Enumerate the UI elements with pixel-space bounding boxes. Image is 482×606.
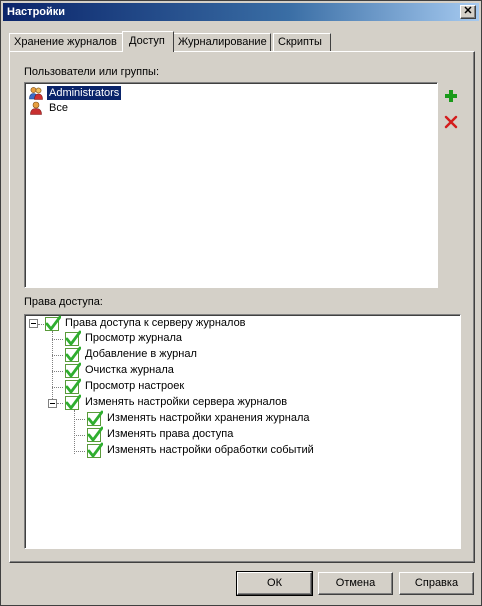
checkbox-checked-icon[interactable] <box>65 378 81 394</box>
collapse-icon[interactable] <box>29 319 38 328</box>
checkbox-checked-icon[interactable] <box>87 410 103 426</box>
window-title: Настройки <box>7 6 66 18</box>
close-button[interactable]: ✕ <box>460 5 476 19</box>
tree-node-label: Просмотр журнала <box>85 332 182 344</box>
tree-node-label: Просмотр настроек <box>85 380 185 392</box>
tree-node-label: Права доступа к серверу журналов <box>65 317 246 329</box>
plus-icon[interactable] <box>443 88 459 104</box>
permissions-tree[interactable]: Права доступа к серверу журналов Просмот… <box>24 314 461 549</box>
ok-button[interactable]: ОК <box>236 571 313 596</box>
checkbox-checked-icon[interactable] <box>87 426 103 442</box>
group-icon <box>29 86 43 100</box>
help-button[interactable]: Справка <box>399 572 474 595</box>
checkbox-checked-icon[interactable] <box>65 330 81 346</box>
tab-scripts[interactable]: Скрипты <box>273 33 331 51</box>
tab-access[interactable]: Доступ <box>122 31 174 52</box>
list-item-label: Все <box>49 102 68 114</box>
permissions-label: Права доступа: <box>24 296 103 308</box>
tree-node-label: Изменять настройки хранения журнала <box>107 412 310 424</box>
checkbox-checked-icon[interactable] <box>65 362 81 378</box>
tree-node-label: Изменять настройки сервера журналов <box>85 396 288 408</box>
tree-node-label: Изменять настройки обработки событий <box>107 444 314 456</box>
checkbox-checked-icon[interactable] <box>65 394 81 410</box>
tab-log-storage[interactable]: Хранение журналов <box>9 33 123 51</box>
cancel-button[interactable]: Отмена <box>318 572 393 595</box>
collapse-icon[interactable] <box>48 399 57 408</box>
users-label: Пользователи или группы: <box>24 66 159 78</box>
access-tab-panel: Пользователи или группы: Administrators <box>9 51 475 563</box>
tree-node-label: Изменять права доступа <box>107 428 234 440</box>
tab-logging[interactable]: Журналирование <box>173 33 271 51</box>
tree-node-label: Добавление в журнал <box>85 348 197 360</box>
list-item-label: Administrators <box>45 85 123 101</box>
checkbox-checked-icon[interactable] <box>45 315 61 331</box>
checkbox-checked-icon[interactable] <box>87 442 103 458</box>
settings-dialog: Настройки ✕ Хранение журналов Доступ Жур… <box>0 0 482 606</box>
user-icon <box>29 101 43 115</box>
title-bar: Настройки ✕ <box>3 3 479 21</box>
users-list[interactable]: Administrators Все <box>24 82 438 288</box>
delete-x-icon[interactable] <box>443 114 459 130</box>
tree-node-label: Очистка журнала <box>85 364 174 376</box>
checkbox-checked-icon[interactable] <box>65 346 81 362</box>
